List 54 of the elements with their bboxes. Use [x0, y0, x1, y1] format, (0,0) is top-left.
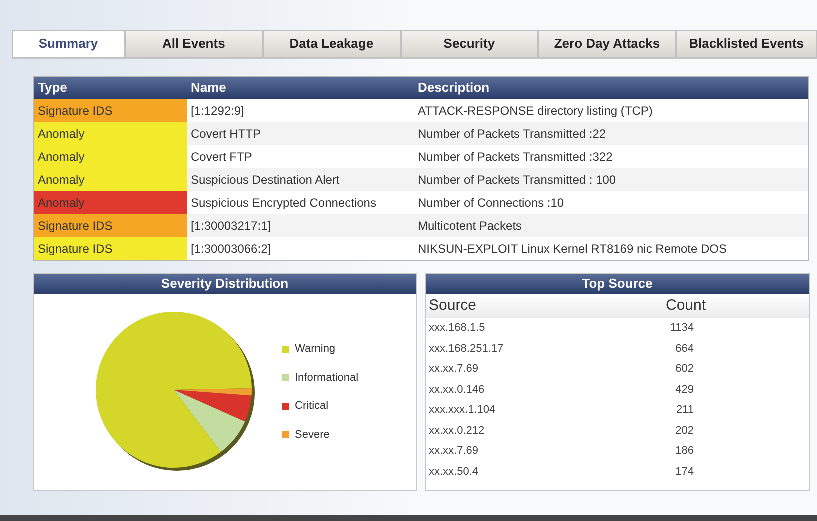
- table-cell-text: xxx.xxx.1.104: [428, 403, 497, 418]
- type-cell: Anomaly: [34, 145, 187, 168]
- table-cell-text: xx.xx.0.212: [428, 424, 486, 438]
- legend-label: Informational: [295, 370, 359, 386]
- column-header: Count: [666, 296, 706, 316]
- legend-label: Critical: [295, 399, 329, 414]
- table-cell-text: Number of Packets Transmitted : 100: [417, 172, 618, 188]
- type-cell: Signature IDS: [34, 237, 187, 260]
- legend-label: Warning: [295, 342, 336, 357]
- table-cell-text: Covert FTP: [190, 148, 254, 166]
- tab[interactable]: Blacklisted Events: [676, 30, 817, 58]
- column-header: Source: [428, 296, 478, 316]
- table-cell-text: xx.xx.7.69: [428, 362, 480, 377]
- table-cell-text: 174: [674, 464, 694, 480]
- table-cell-text: 1134: [669, 321, 694, 336]
- panel-title: Severity Distribution: [34, 274, 416, 294]
- type-cell: Signature IDS: [34, 99, 187, 122]
- table-cell-text: ATTACK-RESPONSE directory listing (TCP): [417, 102, 654, 120]
- table-cell-text: 602: [674, 362, 694, 377]
- type-cell: Signature IDS: [34, 214, 187, 237]
- type-cell: Anomaly: [34, 191, 187, 214]
- tab[interactable]: Data Leakage: [262, 30, 401, 58]
- legend-label: Severe: [295, 428, 330, 442]
- table-cell-text: xx.xx.7.69: [428, 444, 480, 459]
- table-cell-text: [1:30003217:1]: [190, 218, 272, 234]
- table-cell-text: Number of Connections :10: [417, 194, 566, 212]
- table-cell-text: xx.xx.50.4: [428, 464, 480, 480]
- column-header: Type: [34, 77, 187, 99]
- table-cell-text: Suspicious Encrypted Connections: [190, 194, 378, 212]
- table-cell-text: Covert HTTP: [190, 126, 262, 142]
- type-cell: Anomaly: [34, 122, 187, 145]
- table-cell-text: [1:30003066:2]: [190, 240, 272, 258]
- tab[interactable]: Security: [400, 30, 538, 58]
- table-cell-text: Suspicious Destination Alert: [190, 172, 341, 188]
- table-cell-text: 202: [674, 424, 694, 438]
- table-cell-text: xxx.168.251.17: [428, 342, 505, 356]
- table-cell-text: Number of Packets Transmitted :22: [417, 126, 608, 142]
- column-header: Name: [187, 77, 414, 99]
- table-cell-text: NIKSUN-EXPLOIT Linux Kernel RT8169 nic Remote DOS: [417, 240, 728, 258]
- tab[interactable]: Summary: [12, 30, 125, 58]
- table-cell-text: 186: [674, 444, 694, 459]
- table-cell-text: xx.xx.0.146: [428, 382, 486, 398]
- table-cell-text: Multicotent Packets: [417, 218, 524, 234]
- table-cell-text: xxx.168.1.5: [428, 321, 486, 336]
- table-cell-text: Number of Packets Transmitted :322: [417, 148, 614, 166]
- column-header: Description: [414, 77, 808, 99]
- tab[interactable]: All Events: [125, 30, 263, 58]
- table-cell-text: 664: [674, 342, 694, 356]
- table-cell-text: [1:1292:9]: [190, 102, 246, 120]
- table-cell-text: 211: [675, 403, 694, 418]
- tab[interactable]: Zero Day Attacks: [538, 30, 676, 58]
- table-cell-text: 429: [674, 382, 694, 398]
- type-cell: Anomaly: [34, 168, 187, 191]
- panel-title: Top Source: [426, 274, 809, 294]
